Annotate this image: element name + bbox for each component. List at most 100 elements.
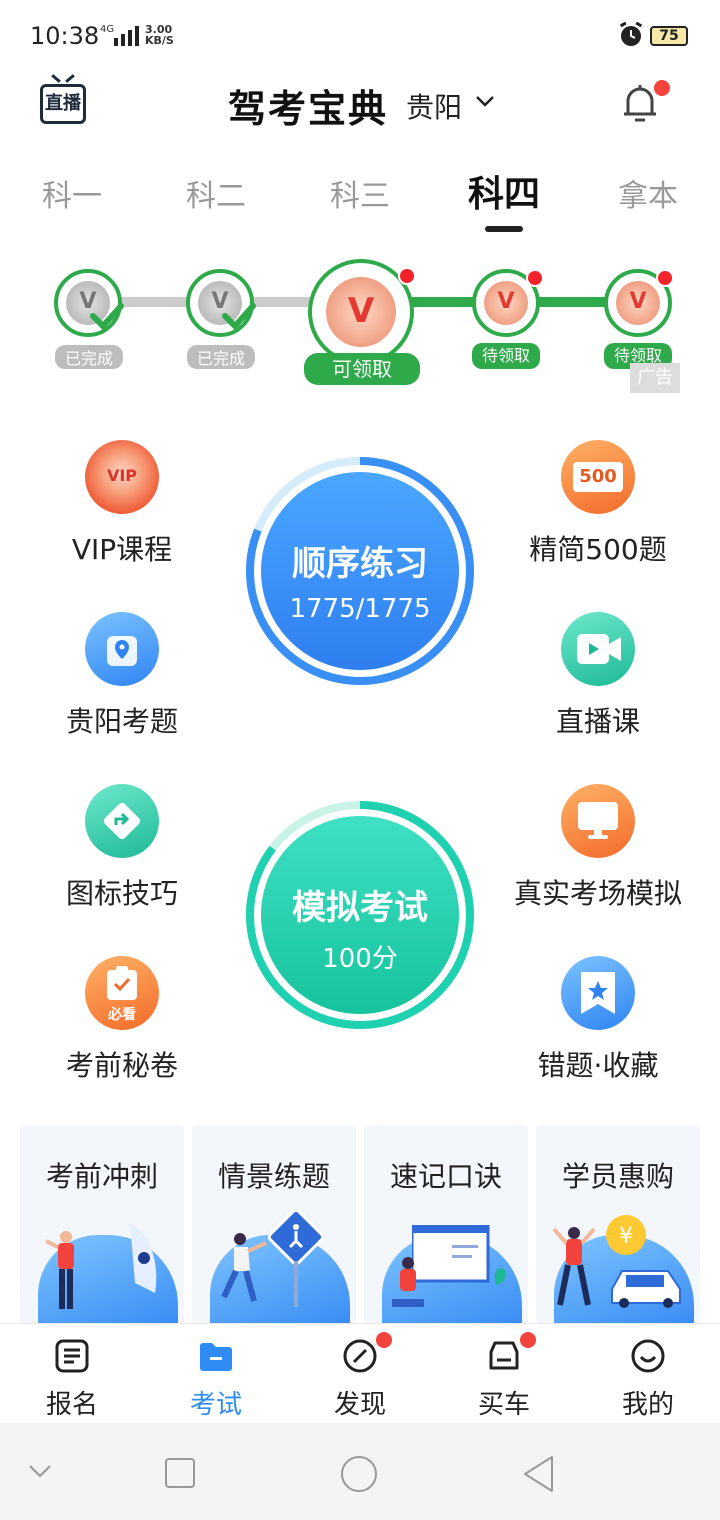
system-nav-bar [0, 1423, 720, 1520]
mock-exam-button[interactable]: 模拟考试 100分 [245, 800, 475, 1030]
nav-exam[interactable]: 考试 [166, 1324, 266, 1424]
feature-mistakes-favorites[interactable]: 错题·收藏 [508, 956, 688, 1084]
location-icon [85, 612, 159, 686]
medal-letter: V [347, 291, 375, 331]
medal-status: 待领取 [472, 343, 540, 369]
clipboard-icon: 必看 [85, 956, 159, 1030]
form-icon [55, 1339, 89, 1373]
feature-label: 直播课 [555, 705, 640, 738]
header: 直播 驾考宝典 贵阳 [0, 70, 720, 150]
rocket-icon [130, 1223, 157, 1293]
battery-indicator: 75 [650, 26, 688, 46]
smile-icon [631, 1339, 665, 1373]
tab-subject-4[interactable]: 科四 [468, 165, 540, 217]
ad-tag: 广告 [630, 363, 680, 393]
card-student-deals[interactable]: 学员惠购 ¥ [536, 1125, 700, 1325]
subject-tabs: 科一 科二 科三 科四 拿本 [0, 165, 720, 235]
card-title: 速记口诀 [389, 1160, 502, 1193]
video-icon [561, 612, 635, 686]
feature-label: 图标技巧 [65, 877, 178, 910]
feature-500-questions[interactable]: 500 精简500题 [508, 440, 688, 568]
medal-letter: V [629, 289, 647, 314]
notification-dot [376, 1332, 392, 1348]
nav-label: 买车 [477, 1390, 530, 1420]
notification-dot [526, 269, 544, 287]
exam-title: 模拟考试 [292, 888, 428, 928]
notification-dot [654, 80, 670, 96]
person-icon [552, 1227, 596, 1306]
card-final-sprint[interactable]: 考前冲刺 [20, 1125, 184, 1325]
car-icon [489, 1341, 519, 1370]
tab-license[interactable]: 拿本 [618, 171, 678, 215]
home-icon[interactable] [340, 1455, 378, 1493]
nav-buy-car[interactable]: 买车 [454, 1324, 554, 1424]
notification-dot [398, 267, 416, 285]
notification-dot [520, 1332, 536, 1348]
nav-label: 报名 [45, 1390, 98, 1420]
card-title: 学员惠购 [561, 1160, 674, 1193]
bottom-nav: 报名 考试 发现 买车 我的 [0, 1323, 720, 1423]
star-bookmark-icon [561, 956, 635, 1030]
city-selector[interactable]: 贵阳 [406, 86, 462, 126]
check-icon [90, 303, 124, 331]
car-icon [611, 1270, 681, 1308]
nav-signup[interactable]: 报名 [22, 1324, 122, 1424]
vip-medal-icon: VIP [85, 440, 159, 514]
card-title: 考前冲刺 [45, 1160, 158, 1193]
feature-label: VIP课程 [71, 533, 173, 566]
feature-vip-course[interactable]: VIP VIP课程 [32, 440, 212, 568]
coin-icon: ¥ [606, 1215, 646, 1255]
feature-label: 考前秘卷 [65, 1049, 178, 1082]
notification-dot [656, 269, 674, 287]
tab-subject-3[interactable]: 科三 [330, 171, 390, 215]
feature-label: 精简500题 [529, 533, 667, 566]
card-scenario-practice[interactable]: 情景练题 [192, 1125, 356, 1325]
traffic-sign-icon [85, 784, 159, 858]
pedestrian-sign-icon [268, 1211, 324, 1307]
feature-label: 真实考场模拟 [513, 877, 682, 910]
recent-apps-icon[interactable] [164, 1457, 196, 1489]
svg-text:¥: ¥ [619, 1224, 633, 1249]
feature-local-questions[interactable]: 贵阳考题 [32, 612, 212, 740]
claim-button[interactable]: 可领取 [304, 353, 420, 385]
must-read-badge: 必看 [108, 1007, 136, 1023]
practice-progress: 1775/1775 [289, 594, 431, 624]
medal-status: 已完成 [55, 345, 123, 369]
500-badge: 500 [573, 462, 623, 492]
tab-subject-2[interactable]: 科二 [186, 171, 246, 215]
nav-me[interactable]: 我的 [598, 1324, 698, 1424]
sequential-practice-button[interactable]: 顺序练习 1775/1775 [245, 456, 475, 686]
chevron-down-icon[interactable] [475, 94, 495, 108]
network-speed: 3.00 KB/S [145, 23, 174, 47]
folder-icon [200, 1343, 232, 1371]
compass-icon [343, 1339, 377, 1373]
active-tab-indicator [485, 226, 523, 232]
card-mnemonics[interactable]: 速记口诀 [364, 1125, 528, 1325]
card-title: 情景练题 [217, 1160, 330, 1193]
exam-score: 100分 [322, 944, 398, 974]
feature-real-exam[interactable]: 真实考场模拟 [508, 784, 688, 912]
check-icon [222, 303, 256, 331]
back-icon[interactable] [522, 1455, 556, 1493]
medal-letter: V [497, 289, 515, 314]
signal-icon [114, 26, 139, 46]
medal-status: 已完成 [187, 345, 255, 369]
feature-label: 贵阳考题 [65, 705, 178, 738]
vip-badge: VIP [106, 466, 138, 485]
live-tv-icon[interactable]: 直播 [40, 84, 86, 124]
feature-label: 错题·收藏 [537, 1049, 659, 1082]
500-icon: 500 [561, 440, 635, 514]
nav-discover[interactable]: 发现 [310, 1324, 410, 1424]
nav-label: 发现 [333, 1390, 386, 1420]
monitor-icon [561, 784, 635, 858]
person-icon [221, 1233, 267, 1302]
practice-title: 顺序练习 [292, 544, 428, 584]
feature-sign-tips[interactable]: 图标技巧 [32, 784, 212, 912]
feature-live-class[interactable]: 直播课 [508, 612, 688, 740]
app-title: 驾考宝典 [228, 87, 389, 131]
tab-subject-1[interactable]: 科一 [42, 171, 102, 215]
progress-medals: V 已完成 V 已完成 V 可领取 V 待领取 V 待领取 广告 [0, 255, 720, 395]
person-icon [392, 1257, 424, 1307]
chevron-down-icon[interactable] [28, 1463, 52, 1479]
feature-secret-paper[interactable]: 必看 考前秘卷 [32, 956, 212, 1084]
